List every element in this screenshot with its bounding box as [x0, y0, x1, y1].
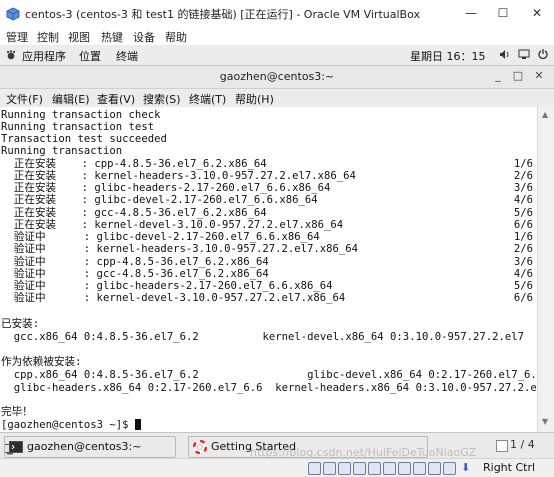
- terminal-line: Running transaction test: [1, 121, 155, 133]
- shared-folder-icon[interactable]: [383, 462, 396, 475]
- terminal-menu-file[interactable]: 文件(F): [6, 91, 43, 107]
- progress-counter: 2/6: [513, 243, 533, 255]
- terminal-line: 验证中 : glibc-devel-2.17-260.el7_6.6.x86_6…: [1, 231, 320, 243]
- network-adapter-icon[interactable]: [353, 462, 366, 475]
- terminal-line: 正在安装 : glibc-headers-2.17-260.el7_6.6.x8…: [1, 182, 331, 194]
- progress-counter: 1/6: [513, 231, 533, 243]
- taskbar-terminal-label: gaozhen@centos3:~: [27, 440, 142, 453]
- scroll-up-icon[interactable]: ▲: [542, 110, 548, 119]
- terminal-line: 验证中 : kernel-devel-3.10.0-957.27.2.el7.x…: [1, 292, 346, 304]
- terminal-menu-help[interactable]: 帮助(H): [235, 91, 274, 107]
- terminal-line: 验证中 : kernel-headers-3.10.0-957.27.2.el7…: [1, 243, 359, 255]
- terminal-line: Running transaction check: [1, 109, 161, 121]
- terminal-title: gaozhen@centos3:~: [219, 70, 335, 83]
- terminal-title-bar: gaozhen@centos3:~ _ □ ✕: [0, 66, 554, 89]
- workspace-switcher-icon[interactable]: [496, 440, 508, 452]
- vbox-menu-bar: 管理 控制 视图 热键 设备 帮助: [0, 27, 554, 45]
- workspace-indicator[interactable]: 1 / 4: [510, 438, 535, 451]
- terminal-line: 正在安装 : gcc-4.8.5-36.el7_6.2.x86_64: [1, 207, 267, 219]
- cpu-icon[interactable]: [428, 462, 441, 475]
- terminal-task-icon: [9, 441, 23, 456]
- progress-counter: 6/6: [513, 219, 533, 231]
- progress-counter: 5/6: [513, 280, 533, 292]
- minimize-button[interactable]: —: [460, 2, 482, 24]
- hard-disk-icon[interactable]: [308, 462, 321, 475]
- terminal-line: gcc.x86_64 0:4.8.5-36.el7_6.2 kernel-dev…: [1, 331, 524, 343]
- menu-hotkey[interactable]: 热键: [101, 29, 123, 45]
- watermark-text: https://blog.csdn.net/HuiFeiDeTuoNiaoGZ: [250, 446, 477, 459]
- video-capture-icon[interactable]: [413, 462, 426, 475]
- terminal-line: 已安装:: [1, 318, 40, 330]
- terminal-line: 正在安装 : kernel-headers-3.10.0-957.27.2.el…: [1, 170, 356, 182]
- terminal-line: 验证中 : glibc-headers-2.17-260.el7_6.6.x86…: [1, 280, 333, 292]
- progress-counter: 3/6: [513, 182, 533, 194]
- menu-control[interactable]: 控制: [37, 29, 59, 45]
- terminal-close-button[interactable]: ✕: [532, 69, 546, 82]
- progress-counter: 3/6: [513, 256, 533, 268]
- optical-drive-icon[interactable]: [323, 462, 336, 475]
- terminal-line: 验证中 : cpp-4.8.5-36.el7_6.2.x86_64: [1, 256, 269, 268]
- terminal-line: 验证中 : gcc-4.8.5-36.el7_6.2.x86_64: [1, 268, 269, 280]
- menu-view[interactable]: 视图: [68, 29, 90, 45]
- host-key-label: Right Ctrl: [483, 461, 536, 474]
- terminal-menu-terminal[interactable]: 终端(T): [189, 91, 226, 107]
- help-lifebuoy-icon: [192, 439, 208, 457]
- terminal-menu-edit[interactable]: 编辑(E): [52, 91, 90, 107]
- terminal-line: 正在安装 : kernel-devel-3.10.0-957.27.2.el7.…: [1, 219, 344, 231]
- display-icon[interactable]: [398, 462, 411, 475]
- usb-icon[interactable]: [368, 462, 381, 475]
- mouse-integration-icon[interactable]: [443, 462, 456, 475]
- close-button[interactable]: ✕: [526, 2, 548, 24]
- window-title: centos-3 (centos-3 和 test1 的链接基础) [正在运行]…: [25, 8, 420, 21]
- progress-counter: 4/6: [513, 268, 533, 280]
- terminal-prompt: [gaozhen@centos3 ~]$: [1, 419, 135, 431]
- scroll-down-icon[interactable]: ▼: [542, 417, 548, 426]
- terminal-minimize-button[interactable]: _: [491, 69, 505, 82]
- virtualbox-icon: [6, 6, 20, 21]
- terminal-launcher[interactable]: 终端: [116, 48, 138, 64]
- terminal-line: 正在安装 : cpp-4.8.5-36.el7_6.2.x86_64: [1, 158, 267, 170]
- network-icon[interactable]: [518, 49, 530, 63]
- progress-counter: 4/6: [513, 194, 533, 206]
- terminal-line: cpp.x86_64 0:4.8.5-36.el7_6.2 glibc-deve…: [1, 369, 537, 381]
- terminal-maximize-button[interactable]: □: [511, 69, 525, 82]
- terminal-line: Transaction test succeeded: [1, 133, 167, 145]
- gnome-foot-icon: [6, 50, 16, 63]
- terminal-cursor: [134, 419, 141, 430]
- applications-menu[interactable]: 应用程序: [22, 48, 66, 64]
- terminal-menu-bar: 文件(F) 编辑(E) 查看(V) 搜索(S) 终端(T) 帮助(H): [0, 89, 554, 107]
- terminal-line: 作为依赖被安装:: [1, 356, 82, 368]
- menu-help[interactable]: 帮助: [165, 29, 187, 45]
- maximize-button[interactable]: ☐: [492, 2, 514, 24]
- terminal-line: 完毕！: [1, 406, 33, 418]
- panel-clock[interactable]: 星期日 16：15: [410, 48, 486, 64]
- terminal-menu-search[interactable]: 搜索(S): [143, 91, 181, 107]
- terminal-scrollbar[interactable]: ▲ ▼: [537, 107, 554, 432]
- terminal-output[interactable]: Running transaction check Running transa…: [0, 107, 537, 432]
- terminal-line: 正在安装 : glibc-devel-2.17-260.el7_6.6.x86_…: [1, 194, 318, 206]
- vbox-title-bar: centos-3 (centos-3 和 test1 的链接基础) [正在运行]…: [0, 0, 554, 27]
- terminal-line: Running transaction: [1, 145, 123, 157]
- terminal-line: glibc-headers.x86_64 0:2.17-260.el7_6.6 …: [1, 382, 537, 394]
- progress-counter: 2/6: [513, 170, 533, 182]
- taskbar-terminal-task[interactable]: gaozhen@centos3:~: [4, 436, 176, 458]
- host-key-arrow-icon: ⬇: [461, 461, 471, 474]
- terminal-menu-view[interactable]: 查看(V): [97, 91, 135, 107]
- vbox-status-bar: ⬇ Right Ctrl: [0, 458, 554, 477]
- audio-icon[interactable]: [338, 462, 351, 475]
- progress-counter: 5/6: [513, 207, 533, 219]
- power-icon[interactable]: [537, 48, 549, 63]
- places-menu[interactable]: 位置: [79, 48, 101, 64]
- progress-counter: 1/6: [513, 158, 533, 170]
- terminal-prompt-line[interactable]: [gaozhen@centos3 ~]$: [1, 419, 141, 431]
- progress-counter: 6/6: [513, 292, 533, 304]
- volume-icon[interactable]: [499, 49, 511, 63]
- menu-devices[interactable]: 设备: [133, 29, 155, 45]
- menu-manage[interactable]: 管理: [6, 29, 28, 45]
- gnome-top-panel: 应用程序 位置 终端 星期日 16：15: [0, 45, 554, 66]
